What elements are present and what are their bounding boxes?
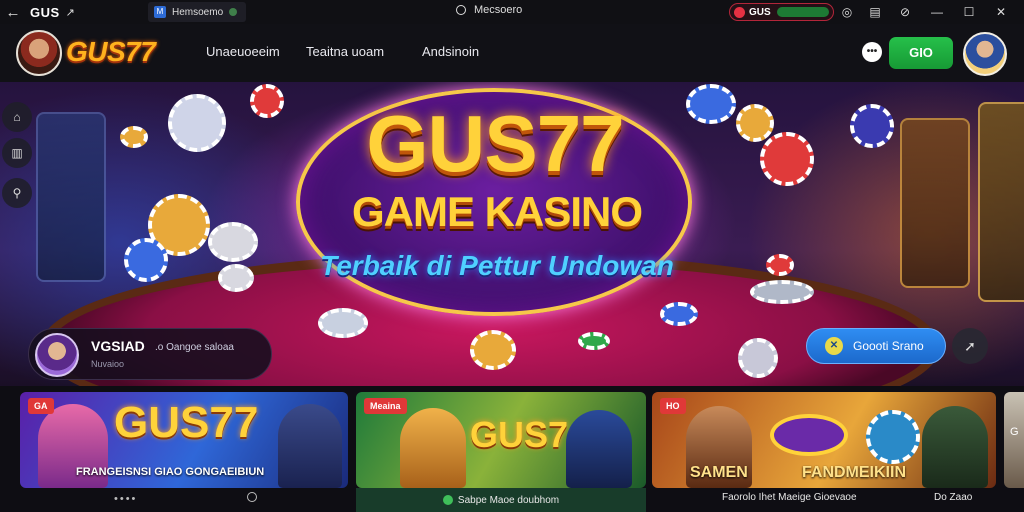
poker-chip (736, 104, 774, 142)
card-footer: Sabpe Maoe doubhom (356, 488, 646, 512)
poker-chip (686, 84, 736, 124)
game-card-peek[interactable] (1004, 392, 1024, 488)
character-figure (922, 406, 988, 488)
play-icon: ✕ (825, 337, 843, 355)
poker-chip (738, 338, 778, 378)
carousel-indicator[interactable] (247, 492, 257, 502)
poker-chip (318, 308, 368, 338)
nav-item-3[interactable]: Andsinoin (422, 44, 479, 59)
hero-tagline: Terbaik di Pettur Undowan (320, 250, 674, 281)
app-window: ← GUS ↗ M Hemsoemo Mecsoero GUS ◎ ▤ ⊘ — … (0, 0, 1024, 512)
bank-icon[interactable]: ▥ (2, 138, 32, 168)
live-label: GUS (749, 6, 771, 18)
card-title: GUS7 (470, 414, 569, 455)
promo-description: .o Oangoe saloaa (155, 342, 234, 353)
browser-tab[interactable]: M Hemsoemo (148, 2, 246, 22)
live-indicator[interactable]: GUS (729, 3, 834, 21)
poker-chip (578, 332, 610, 350)
game-card[interactable]: Meaina GUS7 (356, 392, 646, 488)
poker-chip (168, 94, 226, 152)
promo-subtext: Nuvaioo (91, 359, 125, 369)
card-badge: GA (28, 398, 54, 414)
poker-chip (218, 264, 254, 292)
poker-chip (250, 84, 284, 118)
promo-card[interactable]: VGSIAD .o Oangoe saloaa Nuvaioo (28, 328, 272, 380)
site-header: GUS77 Unaeuoeeim Teaitna uoam Andsinoin … (0, 24, 1024, 82)
address-text: Mecsoero (474, 4, 523, 16)
online-dot-icon (442, 495, 453, 505)
secure-icon (456, 5, 466, 15)
nav-item-2[interactable]: Teaitna uoam (306, 44, 384, 59)
link-icon: ↗ (65, 6, 75, 19)
user-avatar[interactable] (963, 32, 1007, 76)
poker-chip (760, 132, 814, 186)
title-bar: ← GUS ↗ M Hemsoemo Mecsoero GUS ◎ ▤ ⊘ — … (0, 0, 1024, 24)
hero-banner[interactable]: GUS77 GAME KASINO Terbaik di Pettur Undo… (0, 82, 1024, 386)
poker-chip (208, 222, 258, 262)
carousel-dots[interactable]: •••• (114, 493, 137, 505)
poker-chip (470, 330, 516, 370)
card-caption: FRANGEISNSI GIAO GONGAEIBIUN (76, 466, 265, 478)
hero-title: GUS77 (366, 99, 624, 188)
maximize-icon[interactable]: ☐ (960, 3, 978, 21)
emblem-icon (770, 414, 848, 456)
poker-chip (750, 280, 814, 304)
poker-chip (124, 238, 168, 282)
compass-icon[interactable]: ⊘ (896, 3, 914, 21)
card-title: GUS77 (114, 398, 259, 447)
slot-machine-left (36, 112, 106, 282)
character-figure (278, 404, 342, 488)
tab-label: Hemsoemo (172, 6, 224, 18)
minimize-icon[interactable]: — (928, 3, 946, 21)
poker-chip (660, 302, 698, 326)
card-badge: Meaina (364, 398, 407, 414)
character-figure (400, 408, 466, 488)
game-card-strip: GA GUS77 FRANGEISNSI GIAO GONGAEIBIUN Me… (0, 386, 1024, 512)
peek-card-text: G (1010, 426, 1019, 438)
close-icon[interactable]: ✕ (992, 3, 1010, 21)
card-footer-text: Faorolo Ihet Maeige Gioevaoe (722, 492, 857, 503)
poker-chip (766, 254, 794, 276)
slot-machine-far-right (978, 102, 1024, 302)
poker-chip (120, 126, 148, 148)
home-icon[interactable]: ⌂ (2, 102, 32, 132)
record-icon (734, 6, 745, 18)
card-footer-text: Sabpe Maoe doubhom (457, 494, 560, 506)
site-logo[interactable]: GUS77 (66, 36, 156, 68)
login-button[interactable]: GIO (889, 37, 953, 69)
card-footer-right: Do Zaao (934, 492, 973, 503)
card-caption-right: FANDMEIKIIN (802, 464, 906, 481)
game-card[interactable]: HO SAMEN FANDMEIKIIN (652, 392, 996, 488)
hero-cta-label: Goooti Srano (853, 339, 924, 353)
hero-subtitle: GAME KASINO (351, 188, 643, 235)
card-badge: HO (660, 398, 686, 414)
chat-icon[interactable]: ••• (862, 42, 882, 62)
tab-status-dot (229, 8, 238, 16)
tab-favicon-icon: M (154, 6, 166, 18)
poker-chip (850, 104, 894, 148)
mascot-logo[interactable] (16, 30, 62, 76)
app-name: GUS (30, 4, 60, 20)
character-figure (566, 410, 632, 488)
slot-machine-right (900, 118, 970, 288)
game-card[interactable]: GA GUS77 FRANGEISNSI GIAO GONGAEIBIUN (20, 392, 348, 488)
share-icon[interactable]: ➚ (952, 328, 988, 364)
promo-name: VGSIAD (91, 338, 145, 354)
shield-icon[interactable]: ◎ (838, 3, 856, 21)
card-caption-left: SAMEN (690, 464, 748, 481)
live-bar (776, 7, 829, 17)
reader-icon[interactable]: ▤ (866, 3, 884, 21)
gift-icon[interactable]: ⚲ (2, 178, 32, 208)
address-area[interactable]: Mecsoero (456, 4, 522, 16)
hero-cta-button[interactable]: ✕ Goooti Srano (806, 328, 946, 364)
poker-chip (866, 410, 920, 464)
nav-item-1[interactable]: Unaeuoeeim (206, 44, 280, 59)
promo-avatar (35, 333, 79, 377)
back-arrow-icon[interactable]: ← (0, 4, 26, 21)
